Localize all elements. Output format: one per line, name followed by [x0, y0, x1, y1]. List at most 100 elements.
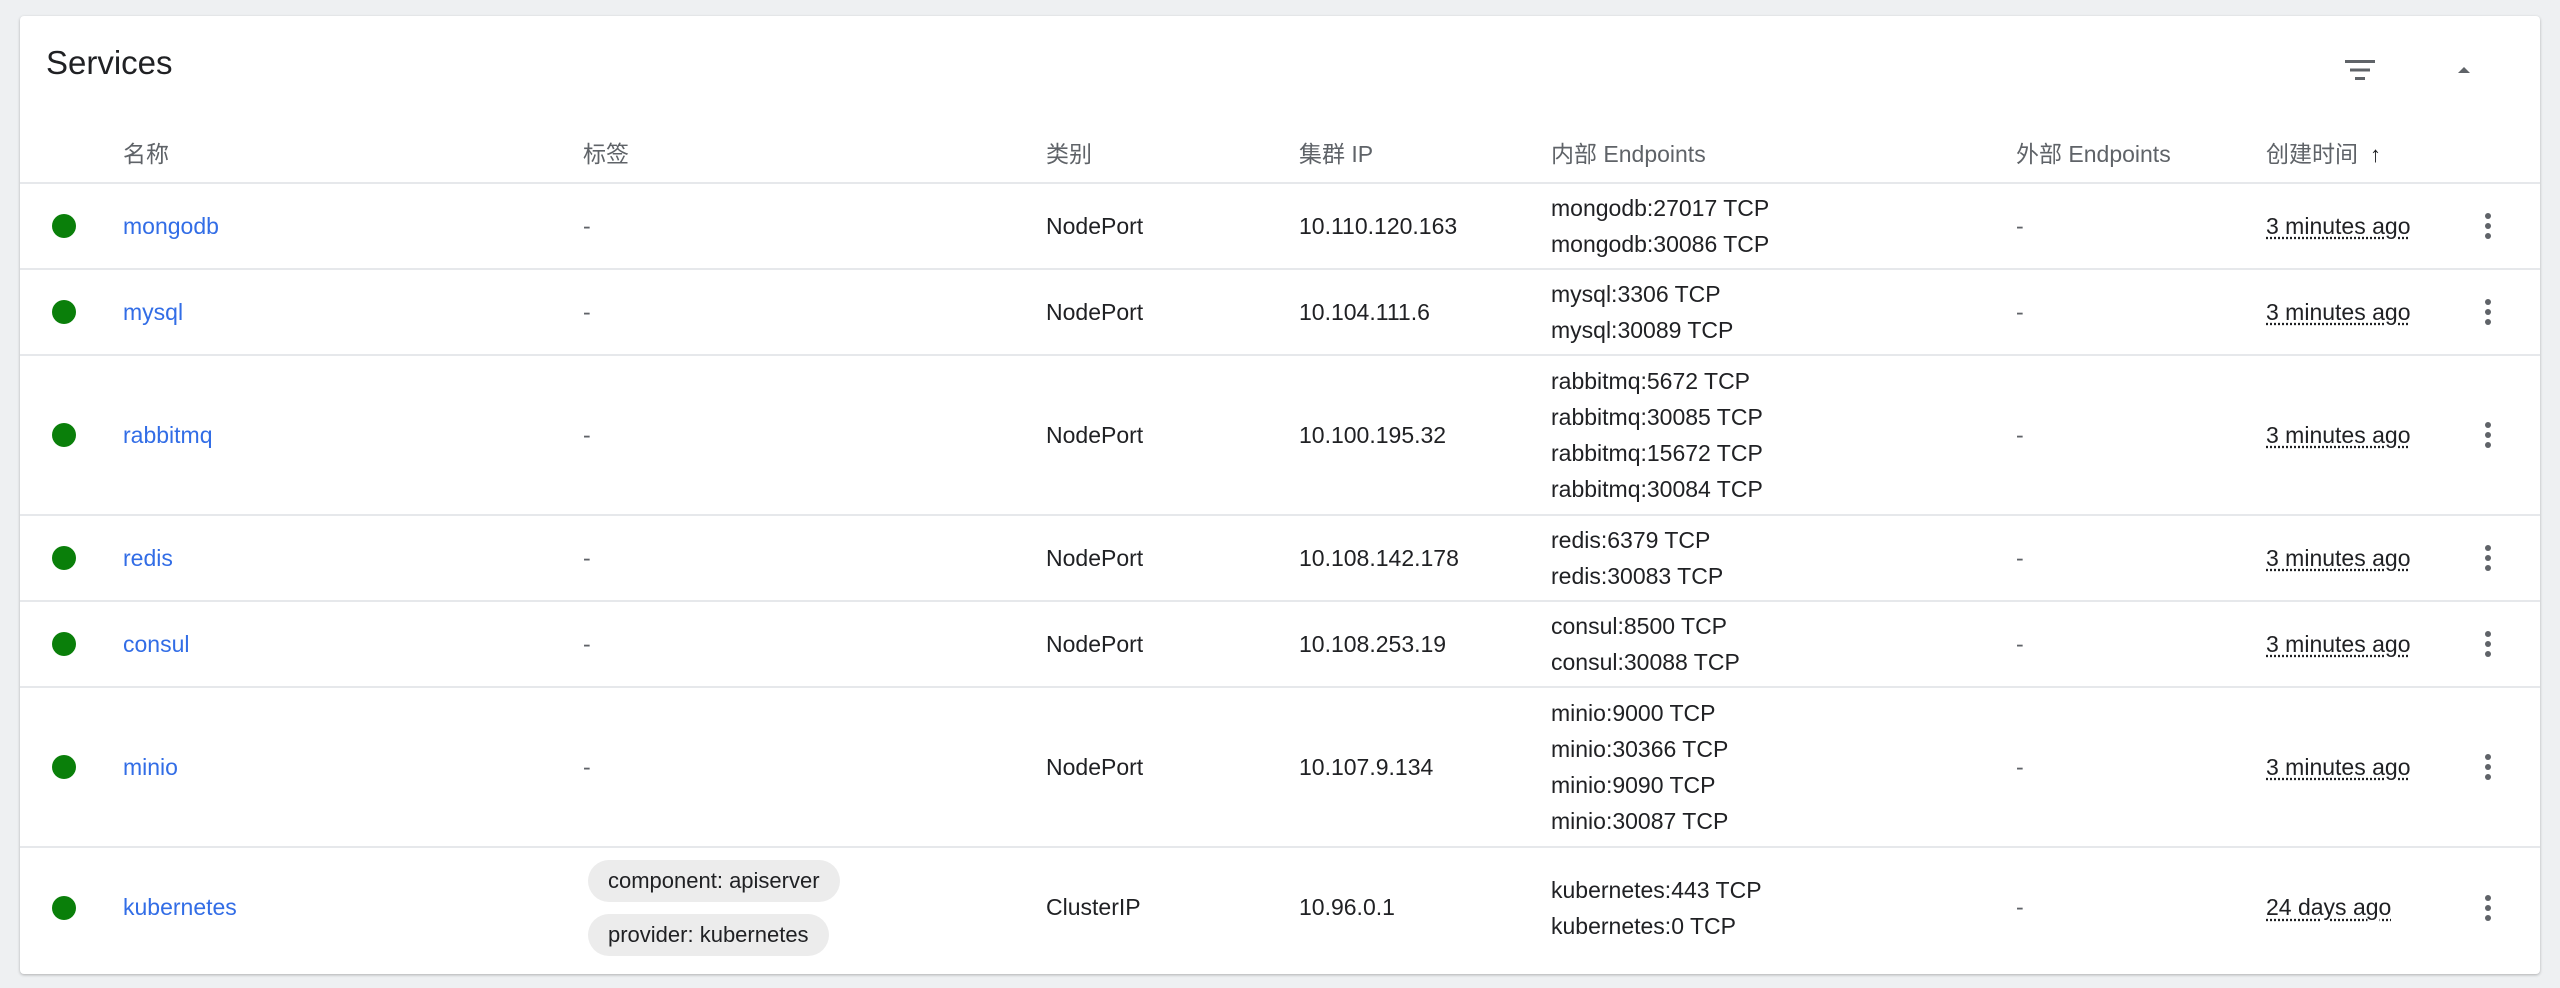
external-endpoints-column-header: 外部 Endpoints: [2016, 122, 2266, 184]
actions-cell: [2460, 183, 2540, 270]
labels-cell: -: [583, 355, 1046, 516]
endpoint-entry: consul:30088 TCP: [1551, 649, 1740, 675]
created-column-header[interactable]: 创建时间 ↑: [2266, 122, 2460, 184]
internal-endpoints-cell: rabbitmq:5672 TCP rabbitmq:30085 TCP rabbi…: [1551, 355, 2016, 516]
status-ok-icon: [52, 423, 76, 447]
service-name-link[interactable]: redis: [123, 545, 173, 571]
more-vert-icon[interactable]: [2468, 620, 2508, 668]
labels-empty: -: [583, 298, 591, 325]
endpoint-entry: rabbitmq:15672 TCP: [1551, 440, 1763, 466]
created-age: 3 minutes ago: [2266, 298, 2411, 325]
internal-endpoints-cell: mysql:3306 TCP mysql:30089 TCP: [1551, 269, 2016, 356]
labels-cell: -: [583, 183, 1046, 270]
more-vert-icon[interactable]: [2468, 534, 2508, 582]
endpoint-entry: rabbitmq:5672 TCP: [1551, 368, 1751, 394]
service-name-link[interactable]: mongodb: [123, 213, 219, 239]
name-cell: redis: [123, 515, 583, 602]
labels-cell: -: [583, 601, 1046, 688]
table-row[interactable]: redis - NodePort 10.108.142.178 redis:6379 T…: [20, 515, 2540, 602]
service-name-link[interactable]: rabbitmq: [123, 422, 212, 448]
type-cell: NodePort: [1046, 355, 1299, 516]
name-column-header[interactable]: 名称: [123, 122, 583, 184]
service-name-link[interactable]: kubernetes: [123, 894, 237, 920]
external-endpoints-empty: -: [2016, 544, 2024, 571]
cluster-ip-cell: 10.104.111.6: [1299, 269, 1551, 356]
more-vert-icon[interactable]: [2468, 411, 2508, 459]
labels-empty: -: [583, 753, 591, 780]
more-vert-icon[interactable]: [2468, 743, 2508, 791]
internal-endpoints-cell: redis:6379 TCP redis:30083 TCP: [1551, 515, 2016, 602]
created-cell: 3 minutes ago: [2266, 515, 2460, 602]
cluster-ip-column-header: 集群 IP: [1299, 122, 1551, 184]
external-endpoints-empty: -: [2016, 753, 2024, 780]
external-endpoints-empty: -: [2016, 421, 2024, 448]
table-header-row: 名称 标签 类别 集群 IP 内部 Endpoints 外部 Endpoints…: [20, 122, 2540, 184]
labels-empty: -: [583, 544, 591, 571]
actions-cell: [2460, 601, 2540, 688]
endpoint-entry: minio:30366 TCP: [1551, 736, 1729, 762]
table-row[interactable]: minio - NodePort 10.107.9.134 minio:9000 TCP…: [20, 687, 2540, 848]
external-endpoints-cell: -: [2016, 515, 2266, 602]
type-cell: NodePort: [1046, 183, 1299, 270]
external-endpoints-cell: -: [2016, 687, 2266, 848]
arrow-upward-icon[interactable]: ↑: [2370, 142, 2381, 167]
endpoint-entry: kubernetes:0 TCP: [1551, 912, 1736, 939]
name-cell: rabbitmq: [123, 355, 583, 516]
service-name-link[interactable]: consul: [123, 631, 189, 657]
endpoint-entry: redis:6379 TCP: [1551, 527, 1711, 553]
service-name-link[interactable]: minio: [123, 754, 178, 780]
created-cell: 24 days ago: [2266, 847, 2460, 967]
status-cell: [20, 847, 123, 967]
type-cell: NodePort: [1046, 687, 1299, 848]
labels-empty: -: [583, 421, 591, 448]
endpoint-entry: minio:9090 TCP: [1551, 772, 1716, 798]
labels-empty: -: [583, 630, 591, 657]
more-vert-icon[interactable]: [2468, 288, 2508, 336]
actions-cell: [2460, 687, 2540, 848]
status-ok-icon: [52, 632, 76, 656]
service-name-link[interactable]: mysql: [123, 299, 183, 325]
labels-cell: -: [583, 687, 1046, 848]
endpoint-entry: mysql:30089 TCP: [1551, 317, 1734, 343]
more-vert-icon[interactable]: [2468, 202, 2508, 250]
external-endpoints-cell: -: [2016, 183, 2266, 270]
collapse-icon[interactable]: [2440, 46, 2488, 94]
label-chip: provider: kubernetes: [588, 913, 829, 956]
cluster-ip-cell: 10.110.120.163: [1299, 183, 1551, 270]
external-endpoints-cell: -: [2016, 847, 2266, 967]
labels-cell: component: apiserver provider: kubernetes: [583, 847, 1046, 967]
table-row[interactable]: kubernetes component: apiserver provider: …: [20, 847, 2540, 967]
status-ok-icon: [52, 546, 76, 570]
external-endpoints-empty: -: [2016, 894, 2024, 920]
filter-icon[interactable]: [2336, 46, 2384, 94]
status-cell: [20, 355, 123, 516]
created-age: 3 minutes ago: [2266, 212, 2411, 239]
cluster-ip-cell: 10.108.142.178: [1299, 515, 1551, 602]
external-endpoints-empty: -: [2016, 630, 2024, 657]
status-cell: [20, 515, 123, 602]
actions-cell: [2460, 515, 2540, 602]
labels-cell: -: [583, 269, 1046, 356]
status-ok-icon: [52, 895, 76, 920]
type-cell: ClusterIP: [1046, 894, 1141, 920]
created-age: 3 minutes ago: [2266, 544, 2411, 571]
name-cell: consul: [123, 601, 583, 688]
created-cell: 3 minutes ago: [2266, 355, 2460, 516]
more-vert-icon[interactable]: [2468, 884, 2508, 932]
created-age: 3 minutes ago: [2266, 421, 2411, 448]
table-row[interactable]: mysql - NodePort 10.104.111.6 mysql:3306 TCP…: [20, 269, 2540, 356]
internal-endpoints-column-header: 内部 Endpoints: [1551, 122, 2016, 184]
table-row[interactable]: rabbitmq - NodePort 10.100.195.32 rabbitmq:5…: [20, 355, 2540, 516]
table-row[interactable]: mongodb - NodePort 10.110.120.163 mongodb:27…: [20, 183, 2540, 270]
internal-endpoints-cell: minio:9000 TCP minio:30366 TCP minio:9090 …: [1551, 687, 2016, 848]
endpoint-entry: kubernetes:443 TCP: [1551, 876, 1762, 903]
actions-cell: [2460, 355, 2540, 516]
table-row[interactable]: consul - NodePort 10.108.253.19 consul:8500 …: [20, 601, 2540, 688]
label-chip-list: component: apiserver provider: kubernetes: [583, 850, 1046, 966]
type-cell: NodePort: [1046, 515, 1299, 602]
labels-column-header: 标签: [583, 122, 1046, 184]
status-ok-icon: [52, 755, 76, 779]
name-cell: kubernetes: [123, 847, 583, 967]
created-cell: 3 minutes ago: [2266, 269, 2460, 356]
internal-endpoints-cell: consul:8500 TCP consul:30088 TCP: [1551, 601, 2016, 688]
